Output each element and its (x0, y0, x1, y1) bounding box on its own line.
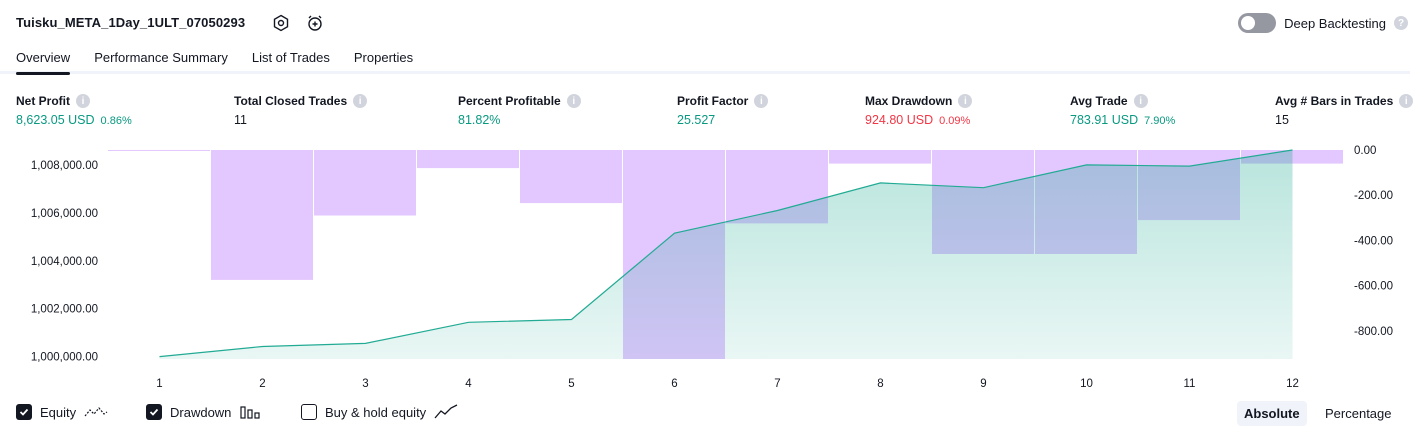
legend-equity[interactable]: Equity (16, 404, 108, 420)
x-axis-tick: 6 (671, 378, 677, 390)
buy-hold-checkbox[interactable] (301, 404, 317, 420)
deep-backtesting-toggle[interactable] (1238, 13, 1277, 33)
metric-label: Net Profit (16, 94, 70, 108)
info-icon[interactable]: i (1133, 94, 1148, 108)
buy-hold-line-icon (434, 404, 458, 419)
metric-value: 25.527 (677, 113, 716, 127)
metric-label: Percent Profitable (458, 94, 561, 108)
left-axis-tick: 1,008,000.00 (31, 160, 98, 172)
x-axis-tick: 10 (1080, 378, 1093, 390)
drawdown-bar (417, 150, 519, 169)
metric-percent: 7.90% (1144, 115, 1176, 127)
right-axis-tick: -600.00 (1354, 281, 1393, 293)
metric-percent: 0.09% (939, 115, 971, 127)
x-axis-tick: 1 (156, 378, 162, 390)
add-alert-icon[interactable] (305, 13, 325, 33)
deep-backtesting-control: Deep Backtesting ? (1238, 13, 1408, 33)
x-axis-tick: 8 (877, 378, 883, 390)
metric-value: 924.80 USD (865, 113, 934, 127)
metric-label: Avg Trade (1070, 94, 1128, 108)
x-axis-tick: 3 (362, 378, 368, 390)
metric-avg-trade: Avg Trade i 783.91 USD 7.90% (1070, 94, 1175, 127)
metric-percent: 0.86% (100, 115, 132, 127)
right-axis-tick: -800.00 (1354, 326, 1393, 338)
equity-series-icon (84, 407, 108, 417)
tab-performance-summary[interactable]: Performance Summary (94, 47, 228, 75)
x-axis-tick: 9 (980, 378, 986, 390)
x-axis-tick: 11 (1184, 378, 1196, 390)
drawdown-bar (108, 150, 210, 151)
metric-value: 8,623.05 USD (16, 113, 95, 127)
drawdown-bars-icon (240, 406, 261, 419)
x-axis-tick: 5 (568, 378, 574, 390)
tab-properties[interactable]: Properties (354, 47, 413, 75)
x-axis-tick: 12 (1286, 378, 1299, 390)
info-icon[interactable]: i (754, 94, 769, 108)
drawdown-bar (829, 150, 931, 164)
metric-label: Total Closed Trades (234, 94, 348, 108)
metric-label: Profit Factor (677, 94, 749, 108)
strategy-title: Tuisku_META_1Day_1ULT_07050293 (16, 15, 246, 30)
x-axis-tick: 4 (465, 378, 472, 390)
legend-buy-hold-equity[interactable]: Buy & hold equity (301, 404, 458, 420)
metric-value: 11 (234, 113, 247, 127)
right-axis-tick: 0.00 (1354, 145, 1376, 157)
metric-total-closed-trades: Total Closed Trades i 11 (234, 94, 368, 127)
equity-drawdown-chart[interactable]: 1,000,000.00 1,002,000.00 1,004,000.00 1,00… (0, 140, 1424, 395)
legend-label: Drawdown (170, 404, 232, 420)
left-axis-tick: 1,000,000.00 (31, 352, 98, 364)
settings-icon[interactable] (271, 13, 291, 33)
equity-checkbox[interactable] (16, 404, 32, 420)
metric-profit-factor: Profit Factor i 25.527 (677, 94, 769, 127)
drawdown-bar (520, 150, 622, 204)
info-icon[interactable]: i (566, 94, 581, 108)
legend-label: Buy & hold equity (325, 404, 427, 420)
x-axis-tick: 2 (259, 378, 265, 390)
drawdown-checkbox[interactable] (146, 404, 162, 420)
absolute-button[interactable]: Absolute (1237, 401, 1307, 426)
tab-bar: Overview Performance Summary List of Tra… (16, 47, 437, 75)
metric-value: 783.91 USD (1070, 113, 1139, 127)
info-icon[interactable]: i (1399, 94, 1414, 108)
percentage-button[interactable]: Percentage (1318, 401, 1399, 426)
metric-net-profit: Net Profit i 8,623.05 USD 0.86% (16, 94, 132, 127)
metric-percent-profitable: Percent Profitable i 81.82% (458, 94, 581, 127)
metric-label: Max Drawdown (865, 94, 953, 108)
info-icon[interactable]: i (958, 94, 973, 108)
left-axis-tick: 1,002,000.00 (31, 304, 98, 316)
right-axis-tick: -400.00 (1354, 235, 1393, 247)
drawdown-bar (314, 150, 416, 216)
x-axis-tick: 7 (774, 378, 780, 390)
info-icon[interactable]: ? (1394, 16, 1408, 30)
tab-overview[interactable]: Overview (16, 47, 71, 75)
drawdown-bar (211, 150, 313, 280)
left-axis-tick: 1,004,000.00 (31, 256, 98, 268)
metric-value: 15 (1275, 113, 1289, 127)
metric-avg-bars: Avg # Bars in Trades i 15 (1275, 94, 1414, 127)
metric-max-drawdown: Max Drawdown i 924.80 USD 0.09% (865, 94, 973, 127)
metric-label: Avg # Bars in Trades (1275, 94, 1394, 108)
info-icon[interactable]: i (353, 94, 368, 108)
legend-label: Equity (40, 404, 77, 420)
deep-backtesting-label: Deep Backtesting (1284, 15, 1386, 31)
left-axis-tick: 1,006,000.00 (31, 208, 98, 220)
info-icon[interactable]: i (76, 94, 90, 108)
metric-value: 81.82% (458, 113, 501, 127)
legend-drawdown[interactable]: Drawdown (146, 404, 261, 420)
tab-list-of-trades[interactable]: List of Trades (252, 47, 330, 75)
right-axis-tick: -200.00 (1354, 190, 1393, 202)
